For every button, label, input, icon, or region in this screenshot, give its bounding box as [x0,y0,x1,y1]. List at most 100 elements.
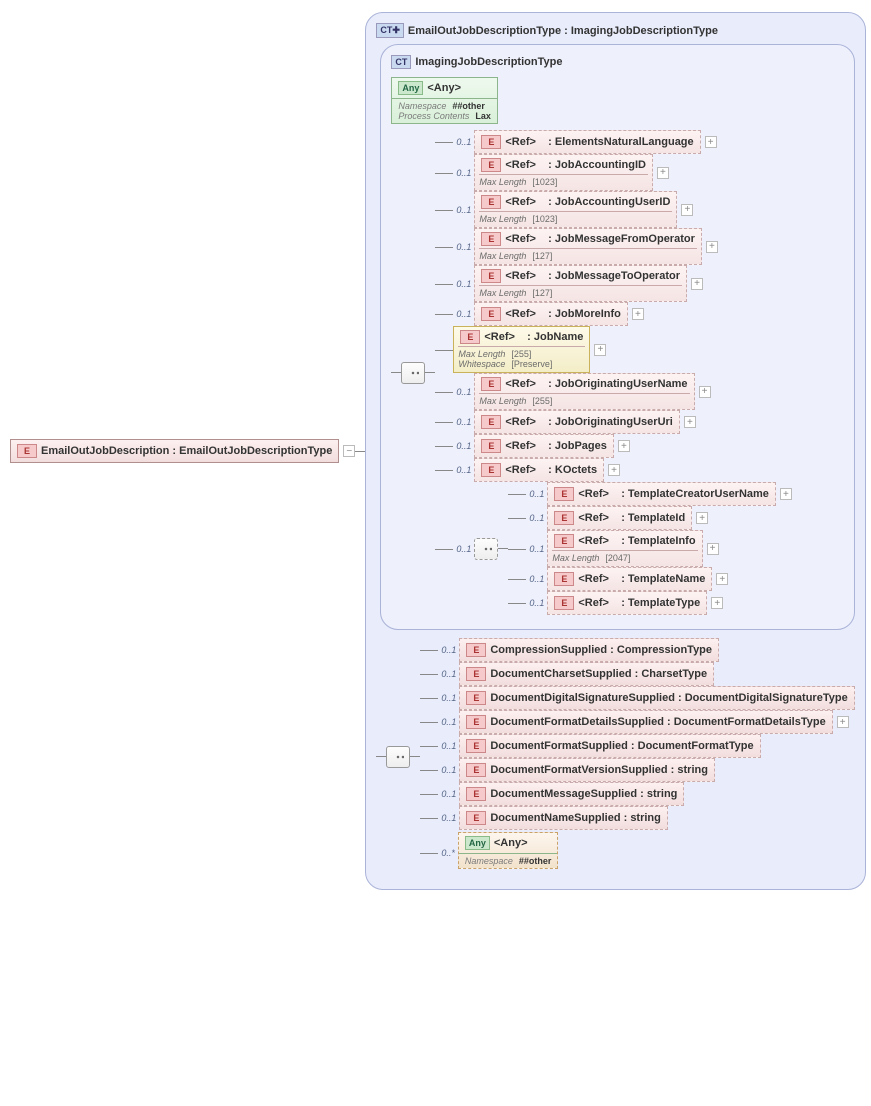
ref-type: : TemplateName [621,573,705,585]
expand-icon[interactable]: + [716,573,728,585]
tree-branch: 0..1EDocumentFormatVersionSupplied : str… [420,758,854,782]
tree-branch: 0..1E<Ref> : JobOriginatingUserNameMax L… [435,373,792,410]
ref-label: <Ref> [505,416,536,428]
element-icon: E [466,787,486,801]
tree-branch: E<Ref> : JobNameMax Length[255]Whitespac… [435,326,792,373]
tree-branch: 0..1E<Ref> : ElementsNaturalLanguage+ [435,130,792,154]
expand-icon[interactable]: + [618,440,630,452]
element-icon: E [466,691,486,705]
ref-label: <Ref> [578,535,609,547]
element-node[interactable]: E DocumentFormatDetailsSupplied : Documen… [459,710,832,734]
element-node[interactable]: EDocumentCharsetSupplied : CharsetType [459,662,714,686]
ref-label: <Ref> [578,512,609,524]
ref-type: : JobMoreInfo [548,308,621,320]
expand-icon[interactable]: + [632,308,644,320]
element-icon: E [466,643,486,657]
sequence-icon[interactable] [386,746,410,768]
expand-icon[interactable]: + [594,344,606,356]
expand-icon[interactable]: + [684,416,696,428]
tree-branch: 0..1E<Ref> : TemplateType+ [508,591,792,615]
inner-ct: CT ImagingJobDescriptionType Any <Any> N… [380,44,854,630]
tree-branch: 0..1ECompressionSupplied : CompressionTy… [420,638,854,662]
element-icon: E [481,377,501,391]
expand-icon[interactable]: + [705,136,717,148]
element-label: DocumentCharsetSupplied : CharsetType [490,668,707,680]
ref-label: <Ref> [505,233,536,245]
xsd-diagram: E EmailOutJobDescription : EmailOutJobDe… [10,10,861,892]
outer-ct: CT✚ EmailOutJobDescriptionType : Imaging… [365,12,865,890]
occurrence-label: 0..1 [529,489,544,499]
expand-icon[interactable]: − [343,445,355,457]
element-node[interactable]: EDocumentFormatSupplied : DocumentFormat… [459,734,760,758]
occurrence-label: 0..1 [456,441,471,451]
ref-label: <Ref> [505,464,536,476]
ref-label: <Ref> [505,270,536,282]
tree-branch: 0..1E<Ref> : JobPages+ [435,434,792,458]
inner-sequence-wrap: 0..1 E <Ref> : ElementsNaturalLanguage +0..… [391,130,843,615]
facets: Max Length[127] [479,248,697,261]
ref-type: : JobMessageFromOperator [548,233,695,245]
outer-ct-header: CT✚ EmailOutJobDescriptionType : Imaging… [376,23,854,38]
tree-branch: 0..1E<Ref> : JobAccountingIDMax Length[1… [435,154,792,191]
element-label: DocumentFormatDetailsSupplied : Document… [490,716,825,728]
element-label: DocumentFormatSupplied : DocumentFormatT… [490,740,753,752]
tree-branch: 0..1E<Ref> : JobMoreInfo+ [435,302,792,326]
element-icon: E [466,811,486,825]
any-top[interactable]: Any <Any> Namespace##other Process Conte… [391,77,498,124]
element-node[interactable]: EDocumentNameSupplied : string [459,806,668,830]
element-icon: E [554,596,574,610]
any-label: <Any> [494,837,528,849]
ref-type: : JobName [527,331,583,343]
expand-icon[interactable]: + [696,512,708,524]
occurrence-label: 0..* [441,848,455,858]
occurrence-label: 0..1 [456,309,471,319]
expand-icon[interactable]: + [711,597,723,609]
outer-ct-label: EmailOutJobDescriptionType : ImagingJobD… [408,25,718,37]
expand-icon[interactable]: + [691,278,703,290]
expand-icon[interactable]: + [699,386,711,398]
facets: Max Length[255] [479,393,689,406]
sequence-icon[interactable] [401,362,425,384]
expand-icon[interactable]: + [657,167,669,179]
element-node[interactable]: EDocumentMessageSupplied : string [459,782,684,806]
any-label: <Any> [427,82,461,94]
ref-type: : JobMessageToOperator [548,270,680,282]
element-icon: E [17,444,37,458]
tree-branch: 0..1EDocumentNameSupplied : string [420,806,854,830]
expand-icon[interactable]: + [707,543,719,555]
ref-type: : JobAccountingUserID [548,196,670,208]
expand-icon[interactable]: + [837,716,849,728]
ref-label: <Ref> [578,597,609,609]
ref-label: <Ref> [505,378,536,390]
element-icon: E [466,715,486,729]
expand-icon[interactable]: + [706,241,718,253]
ref-type: : KOctets [548,464,597,476]
occurrence-label: 0..1 [456,417,471,427]
expand-icon[interactable]: + [608,464,620,476]
element-node[interactable]: EDocumentFormatVersionSupplied : string [459,758,715,782]
ref-type: : JobPages [548,440,607,452]
ref-label: <Ref> [484,331,515,343]
occurrence-label: 0..1 [456,205,471,215]
ref-type: : TemplateType [621,597,700,609]
root-element-box[interactable]: E EmailOutJobDescription : EmailOutJobDe… [10,439,339,463]
element-node[interactable]: E CompressionSupplied : CompressionType [459,638,719,662]
element-icon: E [481,232,501,246]
ref-type: : TemplateInfo [621,535,695,547]
occurrence-label: 0..1 [456,544,471,554]
outer-children: 0..1 E CompressionSupplied : CompressionTy… [420,638,854,875]
element-node[interactable]: EDocumentDigitalSignatureSupplied : Docu… [459,686,854,710]
expand-icon[interactable]: + [681,204,693,216]
ref-type: : ElementsNaturalLanguage [548,136,693,148]
occurrence-label: 0..1 [456,465,471,475]
occurrence-label: 0..1 [441,693,456,703]
ref-label: <Ref> [505,159,536,171]
any-bottom[interactable]: Any<Any>Namespace##other [458,832,559,869]
element-label: CompressionSupplied : CompressionType [490,644,712,656]
element-icon: E [481,269,501,283]
expand-icon[interactable]: + [780,488,792,500]
ref-type: : JobAccountingID [548,159,646,171]
inner-ct-header: CT ImagingJobDescriptionType [391,55,843,69]
occurrence-label: 0..1 [456,137,471,147]
sequence-icon[interactable] [474,538,498,560]
